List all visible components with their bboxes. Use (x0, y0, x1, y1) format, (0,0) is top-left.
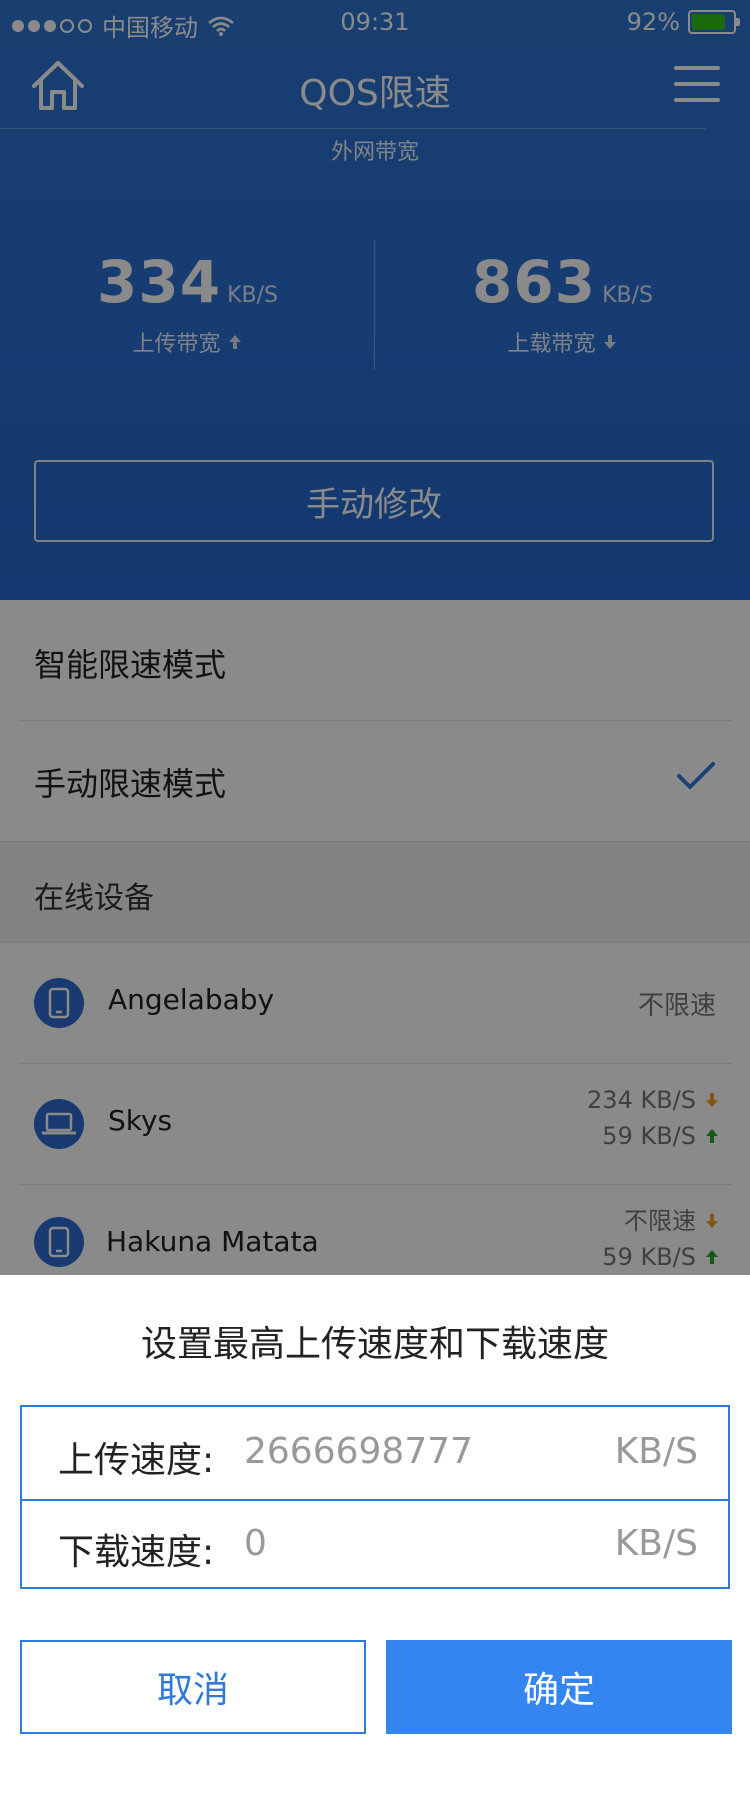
speed-limit-dialog: 设置最高上传速度和下载速度 上传速度: 2666698777 KB/S 下载速度… (0, 1275, 750, 1800)
upload-speed-label: 上传速度: (58, 1440, 215, 1481)
dialog-title: 设置最高上传速度和下载速度 (140, 1324, 609, 1365)
speed-form: 上传速度: 2666698777 KB/S 下载速度: 0 KB/S (20, 1405, 730, 1589)
download-speed-unit: KB/S (614, 1523, 698, 1564)
download-speed-row[interactable]: 下载速度: 0 KB/S (22, 1499, 728, 1589)
upload-speed-input[interactable]: 2666698777 (244, 1431, 473, 1472)
download-speed-input[interactable]: 0 (244, 1523, 267, 1564)
cancel-button[interactable]: 取消 (20, 1640, 366, 1734)
upload-speed-row[interactable]: 上传速度: 2666698777 KB/S (22, 1407, 728, 1497)
upload-speed-unit: KB/S (614, 1431, 698, 1472)
download-speed-label: 下载速度: (58, 1532, 215, 1573)
modal-backdrop[interactable] (0, 0, 750, 1275)
confirm-button[interactable]: 确定 (386, 1640, 732, 1734)
